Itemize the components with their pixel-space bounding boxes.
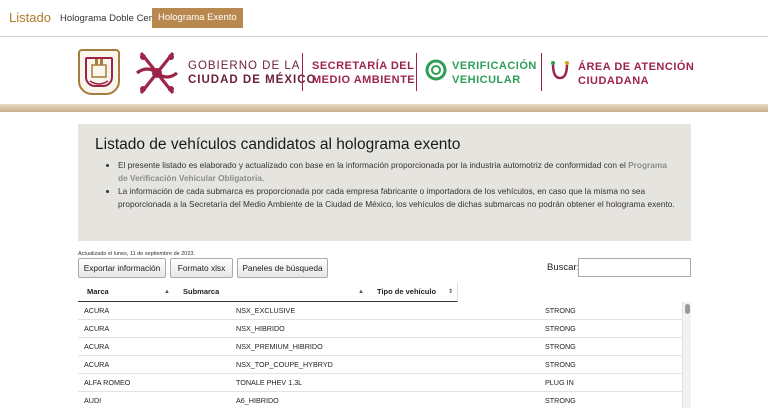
table-row[interactable]: ACURA NSX_TOP_COUPE_HYBRYD STRONG [78, 356, 682, 374]
table-row[interactable]: ACURA NSX_PREMIUM_HIBRIDO STRONG [78, 338, 682, 356]
search-label: Buscar: [547, 262, 580, 273]
search-input[interactable] [578, 258, 691, 277]
verificacion-icon [425, 59, 447, 81]
export-button[interactable]: Exportar información [78, 258, 166, 278]
info-box: Listado de vehículos candidatos al holog… [78, 124, 691, 241]
sort-both-icon: ⇕ [447, 289, 453, 295]
nav-link-doble-cero[interactable]: Holograma Doble Cero [60, 13, 157, 24]
xlsx-button[interactable]: Formato xlsx [170, 258, 233, 278]
atencion-title: ÁREA DE ATENCIÓN CIUDADANA [578, 61, 695, 87]
info-bullet-2: La información de cada submarca es propo… [118, 185, 678, 210]
gobierno-title: GOBIERNO DE LA CIUDAD DE MÉXICO [188, 60, 317, 86]
table-row[interactable]: ALFA ROMEO TONALE PHEV 1.3L PLUG IN [78, 374, 682, 392]
page-title: Listado de vehículos candidatos al holog… [95, 136, 461, 153]
nav-brand[interactable]: Listado [9, 10, 51, 25]
verificacion-title: VERIFICACIÓN VEHICULAR [452, 60, 537, 86]
cdmx-logo-icon [136, 52, 178, 94]
nav-link-exento[interactable]: Holograma Exento [152, 8, 243, 28]
info-list: El presente listado es elaborado y actua… [118, 159, 678, 211]
column-header-marca[interactable]: Marca ▲ [78, 283, 174, 302]
column-header-submarca[interactable]: Submarca ▲ [174, 283, 368, 302]
info-bullet-1: El presente listado es elaborado y actua… [118, 159, 678, 184]
table-scrollbar[interactable] [682, 302, 691, 408]
table-row[interactable]: ACURA NSX_EXCLUSIVE STRONG [78, 302, 682, 320]
sort-icon: ▲ [358, 289, 364, 295]
header-banner: GOBIERNO DE LA CIUDAD DE MÉXICO SECRETAR… [0, 36, 768, 108]
updated-date: Actualizado el lunes, 11 de septiembre d… [78, 251, 196, 257]
table-row[interactable]: ACURA NSX_HIBRIDO STRONG [78, 320, 682, 338]
top-nav: Listado Holograma Doble Cero Holograma E… [0, 0, 768, 36]
banner-divider [0, 104, 768, 112]
secretaria-title: SECRETARÍA DEL MEDIO AMBIENTE [312, 60, 416, 86]
column-header-tipo[interactable]: Tipo de vehículo ⇕ [368, 283, 458, 302]
table-row[interactable]: AUDI A6_HIBRIDO STRONG [78, 392, 682, 408]
table-body: ACURA NSX_EXCLUSIVE STRONG ACURA NSX_HIB… [78, 302, 682, 408]
atencion-icon [551, 61, 569, 80]
scrollbar-thumb[interactable] [685, 304, 690, 314]
sort-asc-icon: ▲ [164, 289, 170, 295]
search-panels-button[interactable]: Paneles de búsqueda [237, 258, 328, 278]
cdmx-shield-logo [78, 49, 120, 95]
